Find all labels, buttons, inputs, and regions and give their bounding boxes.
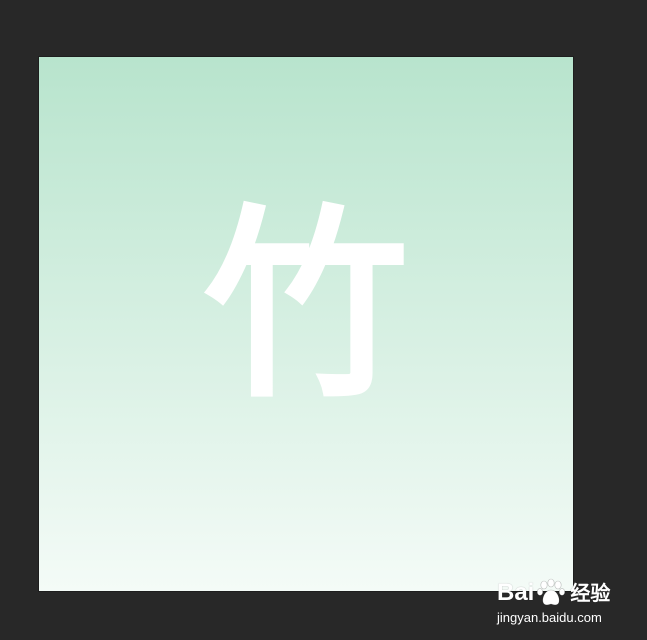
watermark-url: jingyan.baidu.com: [497, 610, 602, 625]
photoshop-workspace: 竹 Bai 经验 jingyan.baidu.com: [0, 0, 647, 640]
watermark-brand-jingyan: 经验: [570, 581, 611, 605]
canvas-glyph: 竹: [203, 188, 409, 426]
watermark-logo-row: Bai 经验: [497, 578, 610, 608]
watermark-brand-bai: Bai: [497, 579, 535, 606]
baidu-jingyan-watermark: Bai 经验 jingyan.baidu.com: [497, 566, 637, 636]
document-canvas[interactable]: 竹: [39, 57, 573, 591]
baidu-paw-icon: [535, 578, 567, 608]
